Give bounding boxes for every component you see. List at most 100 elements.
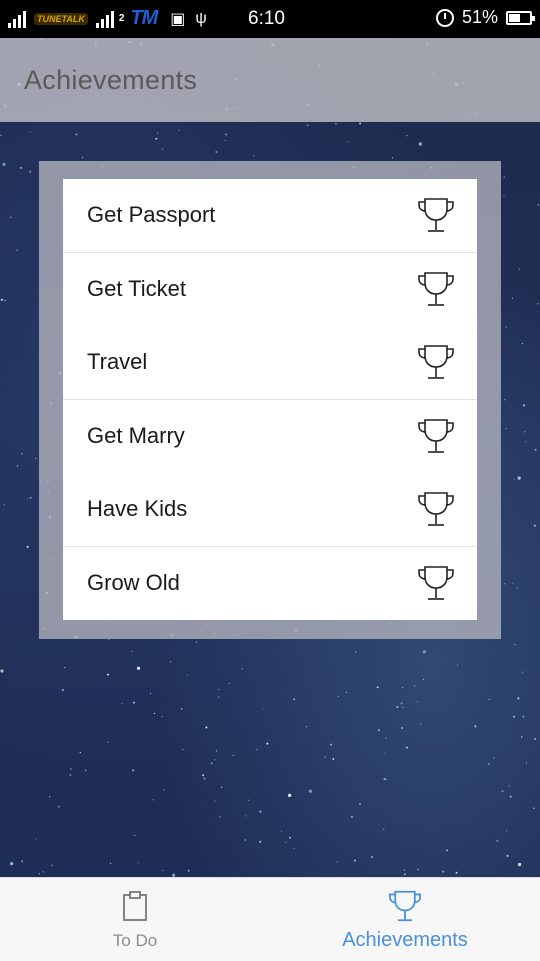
star bbox=[288, 793, 292, 798]
star bbox=[405, 746, 408, 749]
star bbox=[187, 869, 190, 872]
achievement-label: Have Kids bbox=[87, 496, 188, 522]
achievement-item-get-passport[interactable]: Get Passport bbox=[63, 179, 477, 253]
achievement-label: Get Marry bbox=[87, 423, 185, 449]
star bbox=[332, 758, 335, 760]
star bbox=[245, 815, 247, 817]
trophy-icon bbox=[418, 565, 454, 600]
star bbox=[195, 641, 198, 643]
achievement-item-grow-old[interactable]: Grow Old bbox=[63, 547, 477, 621]
star bbox=[524, 431, 526, 433]
star bbox=[64, 667, 66, 669]
signal-icon-2 bbox=[95, 10, 114, 28]
achievement-item-travel[interactable]: Travel bbox=[63, 326, 477, 400]
star bbox=[228, 682, 230, 685]
star bbox=[136, 666, 141, 670]
star bbox=[385, 778, 387, 781]
star bbox=[384, 752, 386, 754]
star bbox=[537, 204, 539, 206]
achievement-item-get-marry[interactable]: Get Marry bbox=[63, 400, 477, 474]
star bbox=[215, 151, 218, 153]
star bbox=[336, 861, 338, 863]
star bbox=[505, 428, 507, 430]
trophy-icon bbox=[418, 492, 454, 526]
star bbox=[416, 868, 419, 871]
star bbox=[154, 712, 156, 715]
star bbox=[518, 862, 522, 867]
clock: 6:10 bbox=[248, 8, 285, 29]
star bbox=[376, 686, 379, 689]
tab-to-do[interactable]: To Do bbox=[0, 878, 270, 961]
star bbox=[416, 701, 418, 703]
star bbox=[337, 695, 339, 698]
trophy-icon bbox=[389, 890, 421, 922]
star bbox=[79, 752, 81, 754]
star bbox=[3, 504, 5, 506]
star bbox=[259, 810, 262, 813]
star bbox=[85, 769, 87, 772]
star bbox=[81, 156, 84, 159]
star bbox=[359, 122, 362, 125]
star bbox=[289, 836, 291, 839]
sim-2-label: 2 bbox=[118, 13, 125, 24]
star bbox=[406, 135, 408, 137]
star bbox=[503, 176, 505, 178]
star bbox=[134, 834, 136, 837]
star bbox=[350, 816, 353, 818]
star bbox=[345, 691, 348, 694]
star bbox=[21, 860, 24, 863]
app-bar: Achievements bbox=[0, 38, 540, 122]
star bbox=[293, 847, 295, 849]
star bbox=[225, 133, 228, 136]
trophy-icon bbox=[418, 198, 454, 232]
star bbox=[513, 715, 516, 718]
achievement-item-get-ticket[interactable]: Get Ticket bbox=[63, 253, 477, 327]
tab-achievements[interactable]: Achievements bbox=[270, 878, 540, 961]
star bbox=[446, 849, 448, 852]
star bbox=[186, 674, 188, 676]
star bbox=[35, 457, 37, 460]
star bbox=[522, 671, 524, 673]
alarm-icon bbox=[435, 8, 454, 27]
star bbox=[256, 749, 258, 751]
star bbox=[16, 465, 18, 467]
star bbox=[61, 689, 64, 691]
carrier-2-logo: TM bbox=[130, 7, 158, 29]
star bbox=[49, 796, 51, 798]
star bbox=[517, 697, 520, 700]
achievement-item-have-kids[interactable]: Have Kids bbox=[63, 473, 477, 547]
star bbox=[525, 762, 528, 764]
star bbox=[522, 404, 525, 407]
achievement-label: Travel bbox=[87, 349, 148, 375]
star bbox=[534, 738, 537, 740]
star bbox=[493, 757, 495, 759]
achievement-label: Get Ticket bbox=[87, 276, 187, 302]
star bbox=[522, 715, 525, 718]
star bbox=[161, 716, 163, 718]
star bbox=[2, 162, 6, 166]
star bbox=[131, 650, 133, 652]
star bbox=[308, 789, 312, 793]
star bbox=[353, 859, 356, 862]
star bbox=[232, 754, 234, 756]
star bbox=[533, 524, 536, 527]
star bbox=[280, 830, 283, 833]
star bbox=[496, 839, 499, 842]
tab-label: Achievements bbox=[342, 929, 468, 951]
star bbox=[51, 864, 53, 866]
star bbox=[221, 786, 223, 788]
bottom-navigation: To Do Achievements bbox=[0, 877, 540, 961]
star bbox=[121, 702, 123, 705]
star bbox=[533, 807, 535, 809]
star bbox=[218, 696, 220, 698]
star bbox=[359, 802, 361, 805]
star bbox=[214, 800, 216, 802]
star bbox=[516, 587, 519, 589]
star bbox=[418, 142, 422, 146]
star bbox=[505, 830, 508, 832]
star bbox=[70, 768, 72, 770]
star bbox=[377, 729, 380, 732]
star bbox=[57, 805, 60, 808]
star bbox=[203, 777, 206, 780]
star bbox=[38, 873, 40, 875]
